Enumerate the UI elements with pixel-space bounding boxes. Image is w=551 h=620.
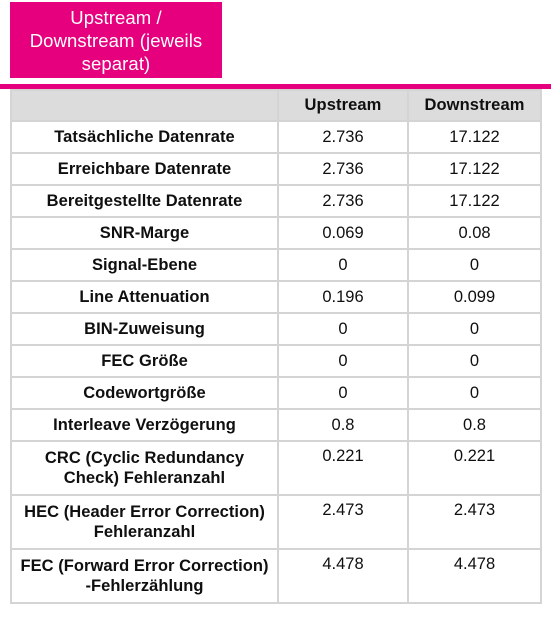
metric-label: Codewortgröße xyxy=(10,376,279,410)
table-row: Codewortgröße 0 0 xyxy=(10,376,542,410)
table-row: Interleave Verzögerung 0.8 0.8 xyxy=(10,408,542,442)
metric-value-downstream: 17.122 xyxy=(407,152,542,186)
metric-value-downstream: 17.122 xyxy=(407,120,542,154)
metric-label: Line Attenuation xyxy=(10,280,279,314)
metric-label: SNR-Marge xyxy=(10,216,279,250)
table-row: FEC (Forward Error Correction) -Fehlerzä… xyxy=(10,548,542,604)
table-row: SNR-Marge 0.069 0.08 xyxy=(10,216,542,250)
table-row: Bereitgestellte Datenrate 2.736 17.122 xyxy=(10,184,542,218)
table-row: Signal-Ebene 0 0 xyxy=(10,248,542,282)
metric-value-downstream: 0.08 xyxy=(407,216,542,250)
table-header-row: Upstream Downstream xyxy=(10,89,542,122)
metric-value-upstream: 0.8 xyxy=(277,408,409,442)
metric-label: Erreichbare Datenrate xyxy=(10,152,279,186)
column-header-upstream: Upstream xyxy=(277,89,409,122)
metric-value-upstream: 2.736 xyxy=(277,152,409,186)
metric-value-upstream: 0.221 xyxy=(277,440,409,496)
metric-value-downstream: 4.478 xyxy=(407,548,542,604)
metric-label: Tatsächliche Datenrate xyxy=(10,120,279,154)
section-title-banner: Upstream / Downstream (jeweils separat) xyxy=(10,2,222,78)
table-row: Line Attenuation 0.196 0.099 xyxy=(10,280,542,314)
metric-value-upstream: 0 xyxy=(277,344,409,378)
metrics-table: Upstream Downstream Tatsächliche Datenra… xyxy=(10,89,542,604)
metric-value-upstream: 0.196 xyxy=(277,280,409,314)
table-row: Tatsächliche Datenrate 2.736 17.122 xyxy=(10,120,542,154)
metric-value-downstream: 0.8 xyxy=(407,408,542,442)
table-body: Tatsächliche Datenrate 2.736 17.122 Erreich… xyxy=(10,120,542,604)
table-row: CRC (Cyclic Redundancy Check) Fehleranza… xyxy=(10,440,542,496)
metric-value-upstream: 2.736 xyxy=(277,120,409,154)
metric-value-upstream: 0 xyxy=(277,248,409,282)
metric-value-downstream: 0 xyxy=(407,376,542,410)
column-header-metric xyxy=(10,89,279,122)
metric-label: CRC (Cyclic Redundancy Check) Fehleranza… xyxy=(10,440,279,496)
metric-label: Bereitgestellte Datenrate xyxy=(10,184,279,218)
metric-value-upstream: 2.736 xyxy=(277,184,409,218)
metric-value-upstream: 0 xyxy=(277,312,409,346)
metric-value-downstream: 0.099 xyxy=(407,280,542,314)
table-header: Upstream Downstream xyxy=(10,89,542,122)
table-row: BIN-Zuweisung 0 0 xyxy=(10,312,542,346)
metric-label: FEC Größe xyxy=(10,344,279,378)
metric-value-downstream: 0.221 xyxy=(407,440,542,496)
table-row: Erreichbare Datenrate 2.736 17.122 xyxy=(10,152,542,186)
metric-value-upstream: 0.069 xyxy=(277,216,409,250)
metric-label: BIN-Zuweisung xyxy=(10,312,279,346)
metric-label: Interleave Verzögerung xyxy=(10,408,279,442)
metric-value-upstream: 0 xyxy=(277,376,409,410)
metric-value-downstream: 2.473 xyxy=(407,494,542,550)
metric-value-downstream: 0 xyxy=(407,248,542,282)
metric-label: Signal-Ebene xyxy=(10,248,279,282)
metric-value-downstream: 0 xyxy=(407,312,542,346)
metric-value-downstream: 17.122 xyxy=(407,184,542,218)
metric-value-upstream: 4.478 xyxy=(277,548,409,604)
metric-value-upstream: 2.473 xyxy=(277,494,409,550)
metric-label: HEC (Header Error Correction) Fehleranza… xyxy=(10,494,279,550)
section-title-text: Upstream / Downstream (jeweils separat) xyxy=(29,6,203,74)
table-row: FEC Größe 0 0 xyxy=(10,344,542,378)
metric-value-downstream: 0 xyxy=(407,344,542,378)
column-header-downstream: Downstream xyxy=(407,89,542,122)
table-row: HEC (Header Error Correction) Fehleranza… xyxy=(10,494,542,550)
metric-label: FEC (Forward Error Correction) -Fehlerzä… xyxy=(10,548,279,604)
metrics-table-container: Upstream Downstream Tatsächliche Datenra… xyxy=(10,89,542,604)
